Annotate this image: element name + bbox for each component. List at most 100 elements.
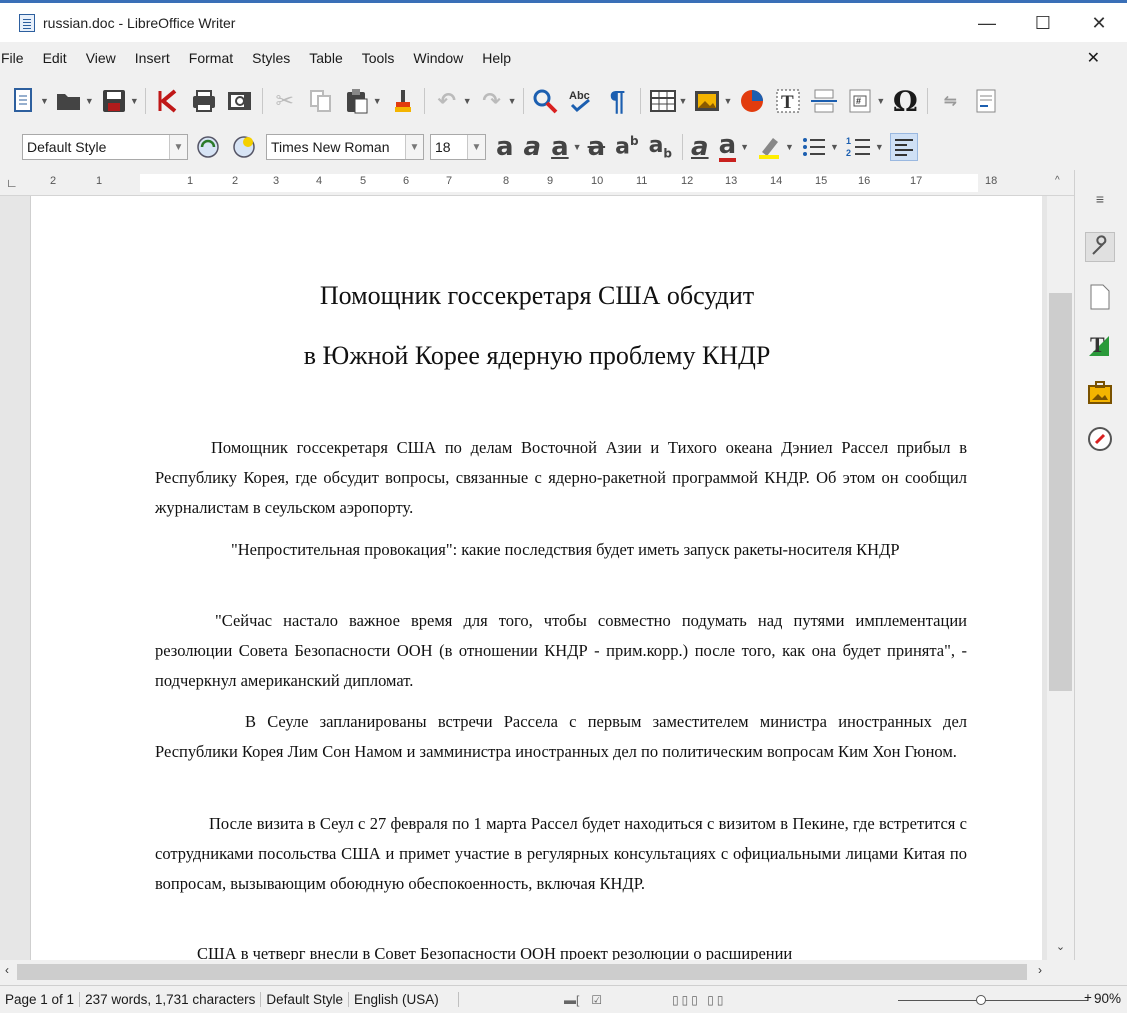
horizontal-scrollbar[interactable]: ‹ › — [0, 960, 1074, 985]
document-page[interactable]: Помощник госсекретаря США обсудит в Южно… — [30, 196, 1042, 960]
save-icon[interactable] — [100, 87, 128, 115]
maximize-button[interactable]: ☐ — [1015, 3, 1071, 43]
vertical-scrollbar[interactable]: ⌄ — [1047, 196, 1074, 960]
cut-icon[interactable]: ✂ — [271, 87, 299, 115]
update-style-icon[interactable] — [194, 133, 222, 161]
minimize-button[interactable]: — — [959, 3, 1015, 43]
italic-icon[interactable]: a — [524, 132, 542, 162]
paragraph-style-combo[interactable]: Default Style ▼ — [22, 134, 188, 160]
menu-help[interactable]: Help — [482, 50, 511, 66]
tab-stop-icon[interactable]: ∟ — [6, 176, 18, 190]
font-size-combo[interactable]: 18 ▼ — [430, 134, 486, 160]
clear-formatting-icon[interactable]: a — [691, 132, 709, 162]
formatting-marks-icon[interactable]: ¶ — [604, 85, 632, 116]
vertical-scroll-thumb[interactable] — [1049, 293, 1072, 691]
gallery-icon[interactable] — [1085, 378, 1115, 408]
page-style[interactable]: Default Style — [261, 992, 349, 1007]
zoom-in-icon[interactable]: + — [1084, 990, 1092, 1005]
numbering-dropdown-icon[interactable]: ▼ — [875, 142, 884, 152]
zoom-level[interactable]: 90% — [1094, 991, 1121, 1006]
word-count[interactable]: 237 words, 1,731 characters — [80, 992, 262, 1007]
scroll-right-icon[interactable]: › — [1038, 963, 1042, 977]
font-name-combo[interactable]: Times New Roman ▼ — [266, 134, 424, 160]
insert-image-icon[interactable] — [693, 87, 721, 115]
document-canvas[interactable]: Помощник госсекретаря США обсудит в Южно… — [0, 196, 1047, 960]
scroll-down-icon[interactable]: ⌄ — [1047, 940, 1074, 953]
menu-file[interactable]: File — [1, 50, 24, 66]
properties-icon[interactable] — [1085, 232, 1115, 262]
menu-tools[interactable]: Tools — [362, 50, 395, 66]
paste-icon[interactable] — [343, 87, 371, 115]
open-folder-icon[interactable] — [55, 87, 83, 115]
redo-dropdown-icon[interactable]: ▼ — [508, 96, 517, 106]
horizontal-scroll-thumb[interactable] — [17, 964, 1027, 980]
menu-table[interactable]: Table — [309, 50, 342, 66]
horizontal-ruler[interactable]: ∟ 2 1 1 2 3 4 5 6 7 8 9 10 11 12 13 14 1… — [0, 170, 1074, 196]
image-dropdown-icon[interactable]: ▼ — [723, 96, 732, 106]
new-dropdown-icon[interactable]: ▼ — [40, 96, 49, 106]
menu-edit[interactable]: Edit — [43, 50, 67, 66]
chevron-down-icon[interactable]: ▼ — [467, 135, 485, 159]
menu-format[interactable]: Format — [189, 50, 233, 66]
superscript-icon[interactable]: ab — [615, 134, 638, 159]
navigator-icon[interactable] — [1085, 424, 1115, 454]
clone-formatting-icon[interactable] — [388, 87, 416, 115]
font-color-icon[interactable]: a — [718, 132, 737, 162]
styles-icon[interactable]: T — [1085, 330, 1115, 360]
close-document-button[interactable]: ✕ — [1087, 48, 1100, 68]
page-count[interactable]: Page 1 of 1 — [0, 992, 81, 1007]
copy-icon[interactable] — [307, 87, 335, 115]
redo-icon[interactable]: ↷ — [478, 87, 506, 115]
chevron-down-icon[interactable]: ▼ — [405, 135, 423, 159]
insert-text-box-icon[interactable]: T — [774, 87, 802, 115]
new-style-icon[interactable] — [230, 133, 258, 161]
bold-icon[interactable]: a — [496, 132, 514, 162]
export-pdf-icon[interactable] — [154, 87, 182, 115]
underline-dropdown-icon[interactable]: ▼ — [573, 142, 582, 152]
bullet-list-icon[interactable] — [800, 133, 828, 161]
field-dropdown-icon[interactable]: ▼ — [876, 96, 885, 106]
spelling-icon[interactable]: Abc — [568, 87, 596, 115]
language[interactable]: English (USA) — [349, 992, 459, 1007]
new-document-icon[interactable] — [10, 87, 38, 115]
ruler-scroll-up-icon[interactable]: ^ — [1055, 175, 1060, 186]
insert-mode-icon[interactable]: ▬[ — [564, 993, 579, 1007]
sidebar-menu-icon[interactable]: ≡ — [1085, 184, 1115, 214]
insert-table-icon[interactable] — [649, 87, 677, 115]
numbered-list-icon[interactable]: 12 — [845, 133, 873, 161]
highlight-dropdown-icon[interactable]: ▼ — [785, 142, 794, 152]
menu-window[interactable]: Window — [413, 50, 463, 66]
zoom-slider-handle[interactable] — [976, 995, 986, 1005]
page-icon[interactable] — [1085, 282, 1115, 312]
strikethrough-icon[interactable]: a — [588, 132, 606, 162]
insert-chart-icon[interactable] — [738, 87, 766, 115]
insert-footnote-icon[interactable] — [972, 87, 1000, 115]
underline-icon[interactable]: a — [551, 132, 569, 162]
paste-dropdown-icon[interactable]: ▼ — [373, 96, 382, 106]
menu-styles[interactable]: Styles — [252, 50, 290, 66]
document-modified-icon[interactable]: ☑ — [591, 993, 602, 1007]
undo-dropdown-icon[interactable]: ▼ — [463, 96, 472, 106]
zoom-slider[interactable] — [898, 1000, 1088, 1001]
find-replace-icon[interactable] — [532, 87, 560, 115]
scroll-left-icon[interactable]: ‹ — [5, 963, 9, 977]
view-layout-icons[interactable]: ▯▯▯ ▯▯ — [672, 993, 726, 1007]
print-icon[interactable] — [190, 87, 218, 115]
insert-field-icon[interactable]: # — [846, 87, 874, 115]
align-left-icon[interactable] — [889, 133, 918, 161]
menu-view[interactable]: View — [86, 50, 116, 66]
special-character-icon[interactable]: Ω — [891, 85, 919, 118]
save-dropdown-icon[interactable]: ▼ — [130, 96, 139, 106]
insert-page-break-icon[interactable] — [810, 87, 838, 115]
open-dropdown-icon[interactable]: ▼ — [85, 96, 94, 106]
menu-insert[interactable]: Insert — [135, 50, 170, 66]
bullet-dropdown-icon[interactable]: ▼ — [830, 142, 839, 152]
insert-hyperlink-icon[interactable]: ⇋ — [936, 87, 964, 115]
close-button[interactable]: ✕ — [1071, 3, 1127, 43]
highlighting-icon[interactable] — [755, 133, 783, 161]
table-dropdown-icon[interactable]: ▼ — [679, 96, 688, 106]
chevron-down-icon[interactable]: ▼ — [169, 135, 187, 159]
subscript-icon[interactable]: ab — [649, 133, 672, 160]
undo-icon[interactable]: ↶ — [433, 87, 461, 115]
print-preview-icon[interactable] — [226, 87, 254, 115]
